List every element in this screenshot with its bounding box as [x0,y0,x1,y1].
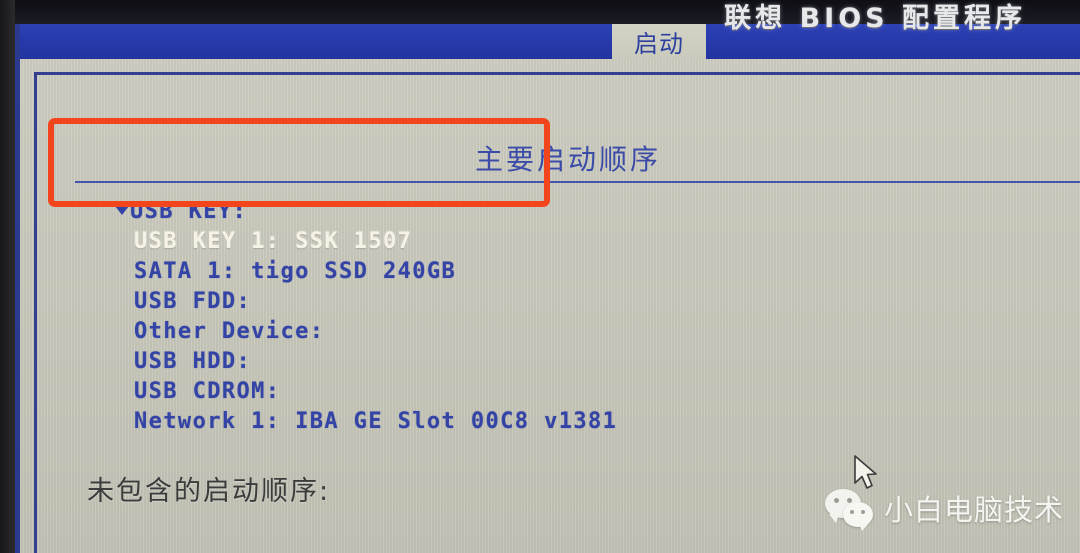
boot-order-item[interactable]: USB HDD: [115,347,617,377]
boot-order-item-label: Network 1: IBA GE Slot 00C8 v1381 [134,409,618,434]
tab-startup[interactable]: 启动 [612,24,706,59]
monitor-bezel-left [0,0,15,553]
tab-startup-label: 启动 [634,30,684,58]
screen-edge-strip [15,24,20,553]
boot-order-item-label: USB FDD: [134,289,252,314]
boot-order-item[interactable]: Network 1: IBA GE Slot 00C8 v1381 [115,407,617,437]
boot-order-item[interactable]: USB KEY 1: SSK 1507 [115,227,617,257]
boot-order-item[interactable]: USB FDD: [115,287,617,317]
bios-app-title: 联想 BIOS 配置程序 [724,3,1026,34]
boot-order-list: USB KEY: USB KEY 1: SSK 1507 SATA 1: tigo … [115,197,617,437]
boot-order-item-label: Other Device: [134,319,325,344]
mouse-pointer-arrow-icon [853,455,883,495]
boot-order-item[interactable]: SATA 1: tigo SSD 240GB [115,257,617,287]
boot-order-item-label: USB KEY: [130,199,248,224]
boot-order-item[interactable]: USB CDROM: [115,377,617,407]
main-panel: 主要启动顺序 USB KEY: USB KEY 1: SSK 1507 SATA 1… [20,59,1080,553]
boot-order-item-label: USB KEY 1: SSK 1507 [134,229,413,254]
watermark-text: 小白电脑技术 [884,493,1065,527]
title-divider [75,181,1080,183]
page-title: 主要启动顺序 [475,143,662,176]
boot-order-item[interactable]: Other Device: [115,317,617,347]
boot-order-item[interactable]: USB KEY: [115,197,617,227]
panel-frame-top [34,72,1080,75]
bios-screen: 联想 BIOS 配置程序 启动 主要启动顺序 USB KEY: USB KEY 1… [0,0,1080,553]
chevron-down-icon[interactable] [115,206,129,215]
excluded-boot-order-label: 未包含的启动顺序: [87,476,331,507]
boot-order-item-label: USB CDROM: [134,379,281,404]
boot-order-item-label: USB HDD: [134,349,252,374]
boot-order-item-label: SATA 1: tigo SSD 240GB [134,259,457,284]
panel-frame-left [34,72,37,553]
